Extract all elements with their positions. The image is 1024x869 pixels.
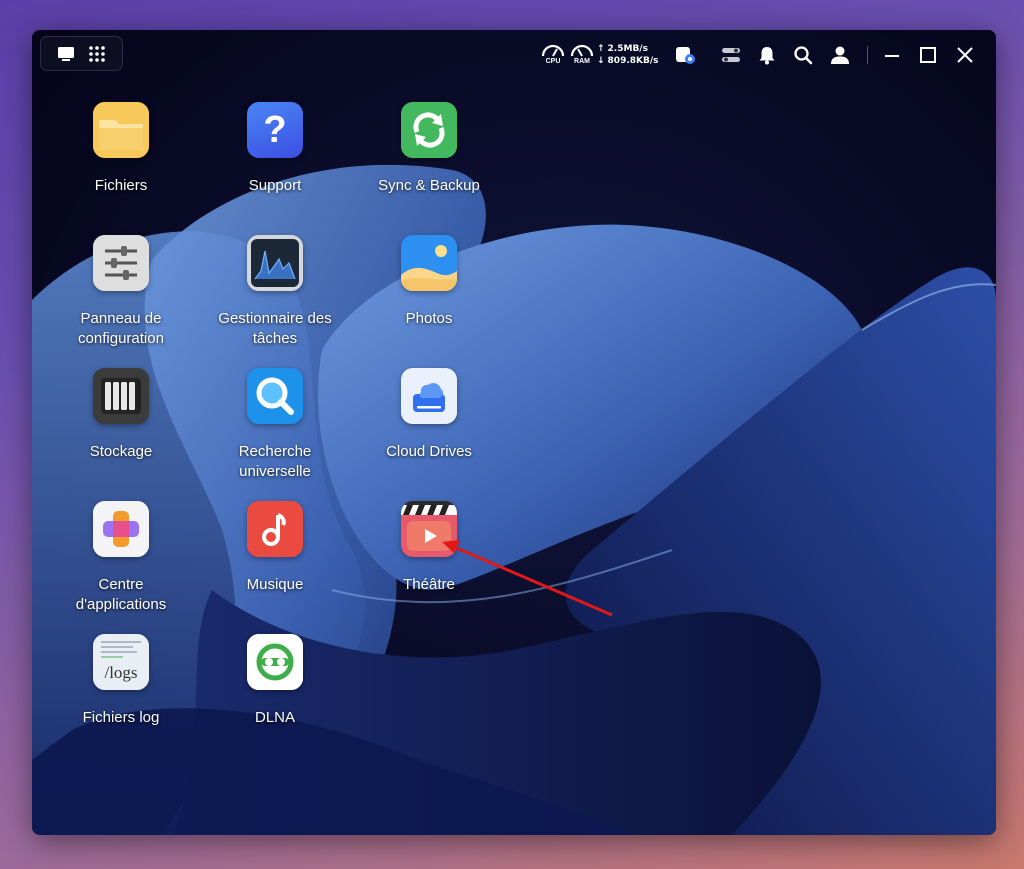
desktop-window: CPU RAM ↑ 2.5MB/s ↓ 809.8KB/s Fichiers ?… — [32, 30, 996, 835]
annotation-arrow — [442, 540, 613, 617]
